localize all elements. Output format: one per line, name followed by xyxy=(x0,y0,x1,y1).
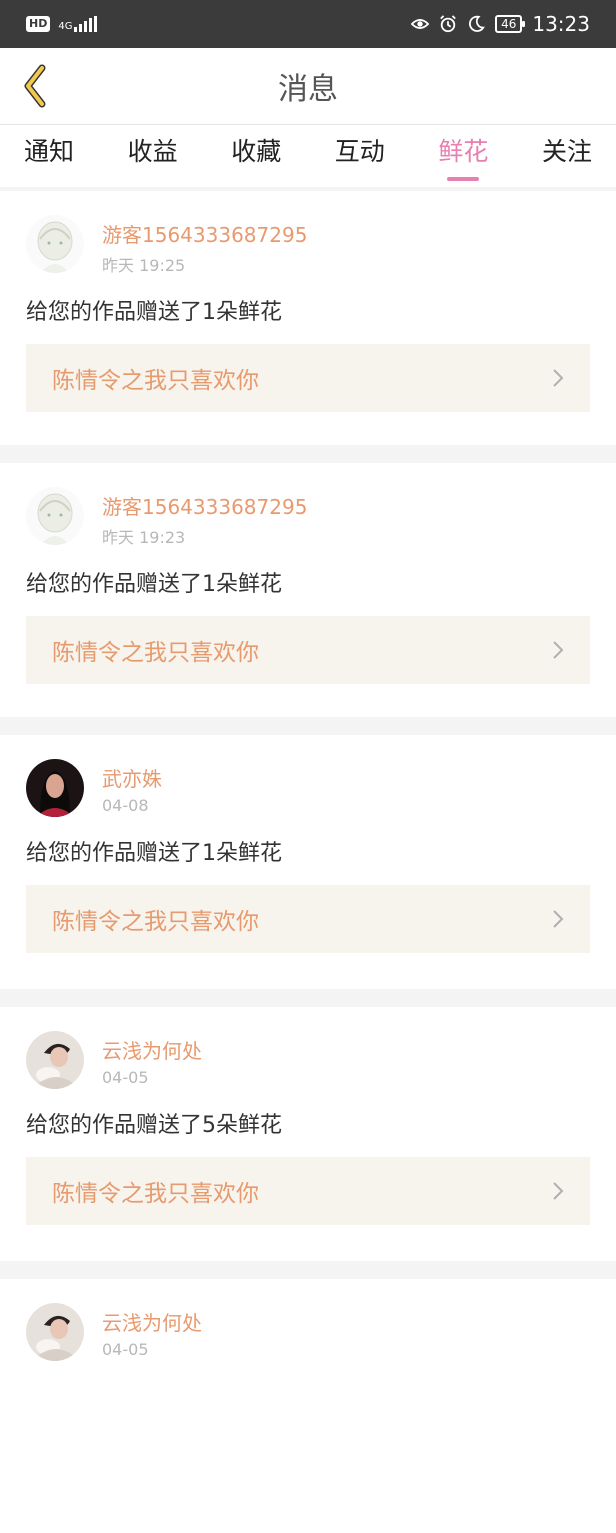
work-link[interactable]: 陈情令之我只喜欢你 xyxy=(26,885,590,953)
user-meta: 游客1564333687295 昨天 19:25 xyxy=(102,215,307,276)
message-list: 游客1564333687295 昨天 19:25 给您的作品赠送了1朵鲜花 陈情… xyxy=(0,187,616,1533)
message-text: 给您的作品赠送了1朵鲜花 xyxy=(26,572,282,597)
alarm-icon xyxy=(440,15,456,33)
network-type: 4G xyxy=(58,21,73,32)
list-item: 游客1564333687295 昨天 19:25 给您的作品赠送了1朵鲜花 陈情… xyxy=(0,191,616,445)
user-row: 武亦姝 04-08 xyxy=(26,759,590,817)
message-text: 给您的作品赠送了1朵鲜花 xyxy=(26,300,282,325)
user-meta: 武亦姝 04-08 xyxy=(102,759,162,815)
signal-indicator: 4G xyxy=(58,16,98,32)
user-row: 游客1564333687295 昨天 19:25 xyxy=(26,215,590,276)
user-meta: 云浅为何处 04-05 xyxy=(102,1303,202,1359)
avatar[interactable] xyxy=(26,1303,84,1361)
message-text: 给您的作品赠送了1朵鲜花 xyxy=(26,841,282,866)
username[interactable]: 武亦姝 xyxy=(102,763,162,792)
list-item: 云浅为何处 04-05 xyxy=(0,1279,616,1533)
user-meta: 游客1564333687295 昨天 19:23 xyxy=(102,487,307,548)
username[interactable]: 游客1564333687295 xyxy=(102,219,307,248)
avatar[interactable] xyxy=(26,215,84,273)
tab-notifications[interactable]: 通知 xyxy=(24,125,74,187)
eye-icon xyxy=(411,19,430,29)
work-title: 陈情令之我只喜欢你 xyxy=(52,368,259,394)
chevron-right-icon xyxy=(553,910,564,928)
tab-flowers[interactable]: 鲜花 xyxy=(438,125,488,187)
header: 消息 xyxy=(0,48,616,125)
avatar[interactable] xyxy=(26,759,84,817)
signal-bars-icon xyxy=(74,16,98,32)
status-bar: HD 4G 46 13:23 xyxy=(0,0,616,48)
timestamp: 昨天 19:25 xyxy=(102,256,186,275)
user-row: 云浅为何处 04-05 xyxy=(26,1303,590,1361)
clock: 13:23 xyxy=(532,12,590,36)
list-item: 云浅为何处 04-05 给您的作品赠送了5朵鲜花 陈情令之我只喜欢你 xyxy=(0,1007,616,1261)
work-title: 陈情令之我只喜欢你 xyxy=(52,1181,259,1207)
work-link[interactable]: 陈情令之我只喜欢你 xyxy=(26,616,590,684)
tab-bar: 通知 收益 收藏 互动 鲜花 关注 xyxy=(0,125,616,187)
user-row: 云浅为何处 04-05 xyxy=(26,1031,590,1089)
timestamp: 04-08 xyxy=(102,796,149,815)
tab-favorites[interactable]: 收藏 xyxy=(231,125,281,187)
tab-interactions[interactable]: 互动 xyxy=(335,125,385,187)
work-link[interactable]: 陈情令之我只喜欢你 xyxy=(26,1157,590,1225)
chevron-left-icon[interactable] xyxy=(18,62,66,110)
chevron-right-icon xyxy=(553,641,564,659)
timestamp: 04-05 xyxy=(102,1340,149,1359)
moon-icon xyxy=(469,15,485,32)
chevron-right-icon xyxy=(553,369,564,387)
tab-follows[interactable]: 关注 xyxy=(542,125,592,187)
list-item: 武亦姝 04-08 给您的作品赠送了1朵鲜花 陈情令之我只喜欢你 xyxy=(0,735,616,989)
tab-earnings[interactable]: 收益 xyxy=(128,125,178,187)
user-meta: 云浅为何处 04-05 xyxy=(102,1031,202,1087)
user-row: 游客1564333687295 昨天 19:23 xyxy=(26,487,590,548)
avatar[interactable] xyxy=(26,1031,84,1089)
timestamp: 昨天 19:23 xyxy=(102,528,186,547)
list-item: 游客1564333687295 昨天 19:23 给您的作品赠送了1朵鲜花 陈情… xyxy=(0,463,616,717)
hd-badge: HD xyxy=(26,16,51,32)
page-title: 消息 xyxy=(278,72,338,107)
chevron-right-icon xyxy=(553,1182,564,1200)
status-right: 46 13:23 xyxy=(411,12,590,36)
message-text: 给您的作品赠送了5朵鲜花 xyxy=(26,1113,282,1138)
status-left: HD 4G xyxy=(26,16,98,32)
work-title: 陈情令之我只喜欢你 xyxy=(52,909,259,935)
username[interactable]: 云浅为何处 xyxy=(102,1307,202,1336)
username[interactable]: 游客1564333687295 xyxy=(102,491,307,520)
username[interactable]: 云浅为何处 xyxy=(102,1035,202,1064)
work-link[interactable]: 陈情令之我只喜欢你 xyxy=(26,344,590,412)
avatar[interactable] xyxy=(26,487,84,545)
work-title: 陈情令之我只喜欢你 xyxy=(52,640,259,666)
battery-icon: 46 xyxy=(495,15,526,33)
timestamp: 04-05 xyxy=(102,1068,149,1087)
